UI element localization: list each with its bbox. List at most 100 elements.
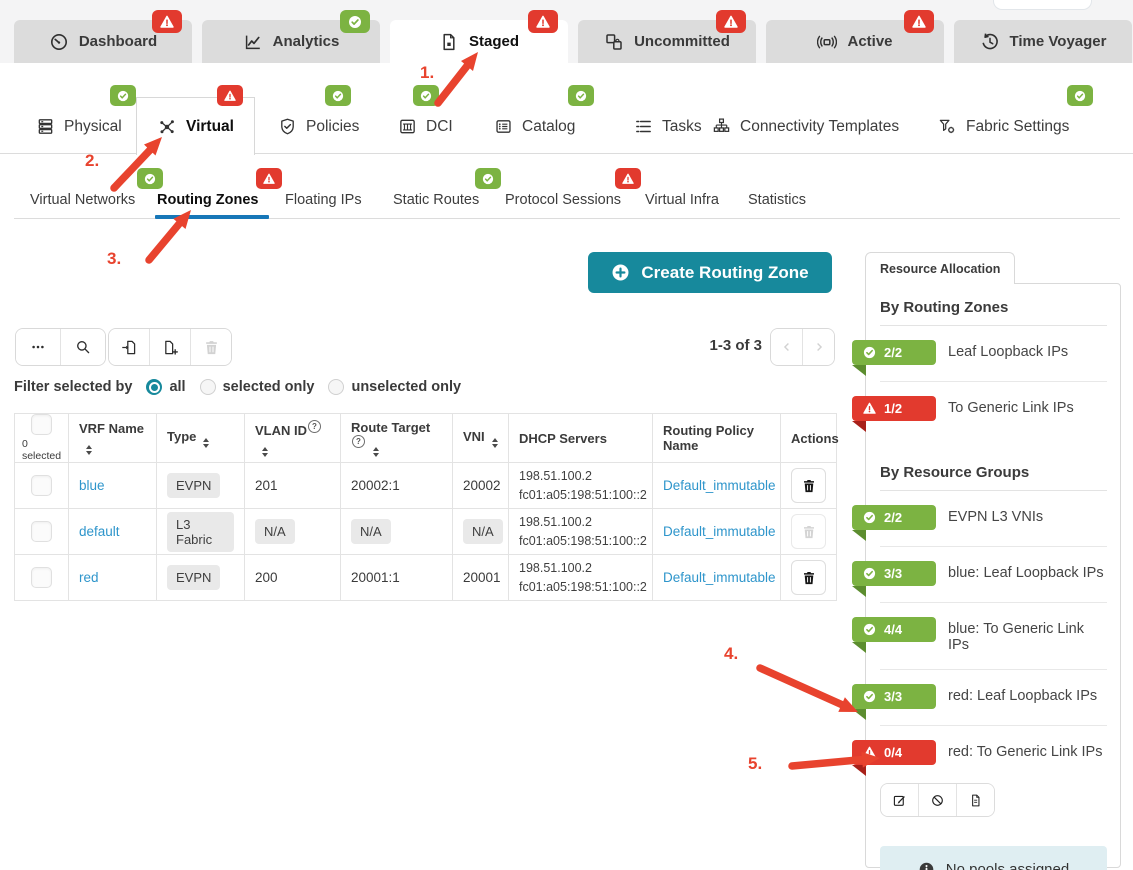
column-header-actions: Actions bbox=[780, 413, 839, 463]
column-header-route-target[interactable]: Route Target bbox=[340, 413, 453, 463]
document-arrow-icon bbox=[121, 340, 135, 354]
column-label: Actions bbox=[791, 430, 839, 446]
column-header-dhcp-servers: DHCP Servers bbox=[508, 413, 653, 463]
resource-item-blue-leaf-loopback[interactable]: 3/3 blue: Leaf Loopback IPs bbox=[852, 547, 1107, 603]
tab-analytics[interactable]: Analytics bbox=[202, 10, 380, 63]
check-circle-icon bbox=[420, 90, 432, 101]
vlan-value: 201 bbox=[255, 478, 278, 493]
tab-label: Analytics bbox=[272, 33, 340, 50]
type-pill: EVPN bbox=[167, 565, 221, 590]
section-heading-by-resource-groups: By Resource Groups bbox=[880, 464, 1030, 481]
tab-virtual-infra[interactable]: Virtual Infra bbox=[645, 192, 719, 208]
column-label: Type bbox=[167, 428, 197, 444]
resource-item-to-generic-link[interactable]: 1/2 To Generic Link IPs bbox=[852, 382, 1107, 437]
tab-connectivity-templates[interactable]: Connectivity Templates bbox=[712, 117, 899, 136]
resource-item-red-to-generic-link[interactable]: 0/4 red: To Generic Link IPs bbox=[852, 726, 1107, 781]
vrf-link[interactable]: blue bbox=[79, 478, 105, 493]
column-header-vni[interactable]: VNI bbox=[452, 413, 509, 463]
tab-virtual-networks[interactable]: Virtual Networks bbox=[30, 192, 135, 208]
column-header-vrf-name[interactable]: VRF Name bbox=[68, 413, 157, 463]
check-circle-icon bbox=[1074, 90, 1086, 101]
resource-item-leaf-loopback[interactable]: 2/2 Leaf Loopback IPs bbox=[852, 326, 1107, 382]
filter-option-unselected-only[interactable]: unselected only bbox=[328, 379, 461, 395]
delete-row-button-disabled[interactable] bbox=[791, 514, 826, 549]
physical-rack-icon bbox=[38, 119, 53, 134]
tab-dci[interactable]: DCI bbox=[398, 117, 453, 136]
help-icon[interactable] bbox=[308, 419, 321, 433]
physical-status-badge bbox=[110, 85, 136, 106]
step-1-label: 1. bbox=[420, 63, 435, 82]
tab-statistics[interactable]: Statistics bbox=[748, 192, 806, 208]
pager-group bbox=[770, 328, 835, 366]
export-document-button[interactable] bbox=[109, 329, 149, 365]
resource-allocation-tab[interactable]: Resource Allocation bbox=[865, 252, 1016, 284]
tab-staged[interactable]: Staged bbox=[390, 10, 568, 63]
column-header-vlan-id[interactable]: VLAN ID bbox=[244, 413, 341, 463]
delete-row-button[interactable] bbox=[791, 560, 826, 595]
document-plus-icon bbox=[164, 340, 178, 355]
routing-policy-link[interactable]: Default_immutable bbox=[663, 570, 776, 585]
tab-uncommitted[interactable]: Uncommitted bbox=[578, 10, 756, 63]
tab-floating-ips[interactable]: Floating IPs bbox=[285, 192, 362, 208]
tab-tasks[interactable]: Tasks bbox=[634, 117, 702, 136]
row-checkbox[interactable] bbox=[31, 521, 52, 542]
next-page-button[interactable] bbox=[802, 329, 834, 365]
tab-label: Resource Allocation bbox=[880, 261, 1001, 276]
create-routing-zone-button[interactable]: Create Routing Zone bbox=[588, 252, 832, 293]
check-circle-icon bbox=[482, 173, 494, 184]
dhcp-ipv6: fc01:a05:198:51:100::2 bbox=[519, 533, 647, 548]
ok-ribbon-badge: 2/2 bbox=[852, 340, 936, 376]
ribbon-count: 2/2 bbox=[884, 345, 903, 360]
select-all-checkbox[interactable] bbox=[31, 414, 52, 435]
tab-time-voyager[interactable]: Time Voyager bbox=[954, 20, 1132, 63]
ribbon-count: 4/4 bbox=[884, 622, 903, 637]
tab-catalog[interactable]: Catalog bbox=[494, 117, 575, 136]
resource-item-blue-to-generic-link[interactable]: 4/4 blue: To Generic Link IPs bbox=[852, 603, 1107, 670]
view-report-button[interactable] bbox=[956, 784, 994, 816]
tab-label: Routing Zones bbox=[157, 192, 259, 208]
vrf-link[interactable]: red bbox=[79, 570, 99, 585]
help-icon[interactable] bbox=[352, 434, 365, 448]
resource-item-label: red: Leaf Loopback IPs bbox=[948, 688, 1098, 704]
delete-selected-button[interactable] bbox=[190, 329, 231, 365]
tab-fabric-settings[interactable]: Fabric Settings bbox=[938, 117, 1069, 136]
tab-routing-zones[interactable]: Routing Zones bbox=[157, 192, 259, 208]
edit-assignments-button[interactable] bbox=[881, 784, 918, 816]
ribbon-count: 2/2 bbox=[884, 510, 903, 525]
filter-option-selected-only[interactable]: selected only bbox=[199, 379, 314, 395]
tab-label: Statistics bbox=[748, 192, 807, 208]
tab-physical[interactable]: Physical bbox=[36, 117, 122, 136]
column-header-routing-policy: Routing Policy Name bbox=[652, 413, 781, 463]
clear-assignments-button[interactable] bbox=[918, 784, 956, 816]
staged-file-icon bbox=[443, 33, 455, 50]
tab-static-routes[interactable]: Static Routes bbox=[393, 192, 479, 208]
check-circle-icon bbox=[117, 90, 129, 101]
check-circle-icon bbox=[575, 90, 587, 101]
tab-protocol-sessions[interactable]: Protocol Sessions bbox=[505, 192, 621, 208]
warning-triangle-icon bbox=[912, 15, 926, 28]
tab-dashboard[interactable]: Dashboard bbox=[14, 10, 192, 63]
delete-row-button[interactable] bbox=[791, 468, 826, 503]
filter-option-all[interactable]: all bbox=[146, 379, 186, 395]
resource-item-evpn-l3-vnis[interactable]: 2/2 EVPN L3 VNIs bbox=[852, 491, 1107, 547]
row-checkbox[interactable] bbox=[31, 475, 52, 496]
vrf-link[interactable]: default bbox=[79, 524, 120, 539]
document-icon bbox=[972, 794, 980, 806]
add-document-button[interactable] bbox=[149, 329, 190, 365]
routing-policy-link[interactable]: Default_immutable bbox=[663, 478, 776, 493]
error-badge bbox=[528, 10, 558, 33]
previous-page-button[interactable] bbox=[771, 329, 802, 365]
tab-active[interactable]: Active bbox=[766, 10, 944, 63]
more-options-button[interactable] bbox=[16, 329, 60, 365]
routing-policy-link[interactable]: Default_immutable bbox=[663, 524, 776, 539]
info-icon bbox=[919, 862, 934, 870]
no-pools-info-box: No pools assigned bbox=[880, 846, 1107, 870]
search-button[interactable] bbox=[60, 329, 105, 365]
main-tab-bar: Dashboard Analytics Staged Uncommitted A… bbox=[14, 10, 1132, 63]
filter-bar: Filter selected by all selected only uns… bbox=[14, 379, 461, 395]
column-header-type[interactable]: Type bbox=[156, 413, 245, 463]
resource-item-red-leaf-loopback[interactable]: 3/3 red: Leaf Loopback IPs bbox=[852, 670, 1107, 726]
tab-policies[interactable]: Policies bbox=[278, 117, 359, 136]
row-checkbox[interactable] bbox=[31, 567, 52, 588]
column-label: Route Target bbox=[351, 419, 431, 435]
